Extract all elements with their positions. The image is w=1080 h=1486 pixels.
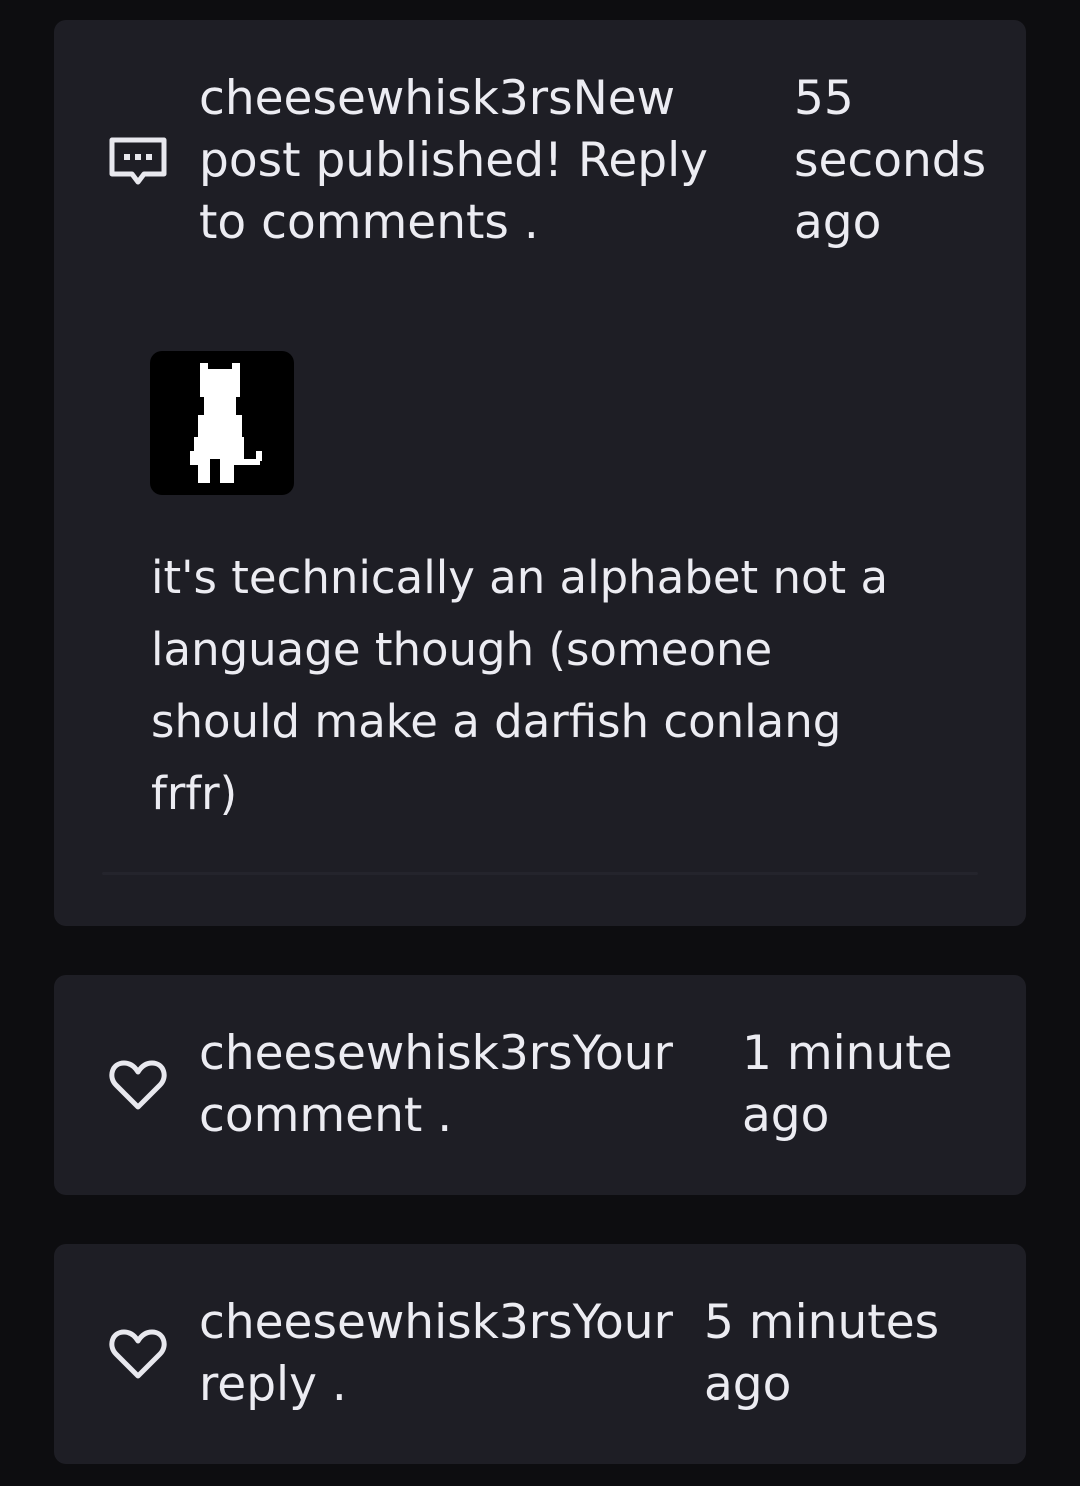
notification-message: cheesewhisk3rsYour comment . [199,1023,679,1147]
notification-card-comment-like[interactable]: cheesewhisk3rsYour comment . 1 minute ag… [54,975,1026,1195]
username[interactable]: cheesewhisk3rs [199,1026,573,1081]
notification-card-new-post[interactable]: cheesewhisk3rsNew post published! Reply … [54,20,1026,926]
timestamp: 55 seconds ago [794,71,987,250]
divider [102,872,978,875]
pixel-cat-avatar[interactable] [150,351,294,495]
username[interactable]: cheesewhisk3rs [199,71,573,126]
comment-preview-text: it's technically an alphabet not a langu… [151,551,889,820]
notification-message: cheesewhisk3rsNew post published! Reply … [199,68,769,254]
heart-outline-icon [106,1322,170,1386]
timestamp: 1 minute ago [742,1026,953,1143]
notification-card-reply-like[interactable]: cheesewhisk3rsYour reply . 5 minutes ago [54,1244,1026,1464]
username[interactable]: cheesewhisk3rs [199,1295,573,1350]
heart-outline-icon [106,1053,170,1117]
comment-bubble-icon [106,130,170,194]
notification-message: cheesewhisk3rsYour reply . [199,1292,679,1416]
timestamp: 5 minutes ago [704,1295,940,1412]
